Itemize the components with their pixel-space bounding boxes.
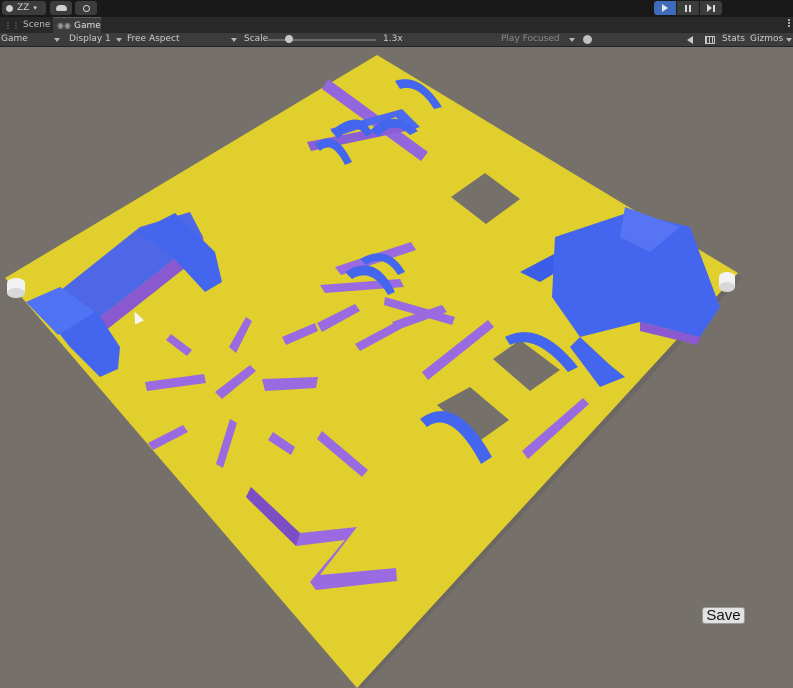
step-button[interactable]	[700, 1, 722, 15]
game-viewport[interactable]: Save	[0, 47, 793, 688]
collab-icon	[82, 4, 90, 12]
game-scene	[5, 55, 742, 688]
bug-icon[interactable]	[583, 35, 592, 44]
tab-game[interactable]: ◉◉ Game	[53, 17, 101, 33]
chevron-down-icon	[786, 38, 792, 42]
scale-slider-thumb[interactable]	[285, 35, 293, 43]
chevron-down-icon	[54, 38, 60, 42]
chevron-down-icon	[231, 38, 237, 42]
more-options-icon[interactable]	[788, 19, 790, 27]
scene-grid-icon: ⋮⋮	[4, 20, 20, 30]
account-button[interactable]: ZZ ▾	[2, 1, 46, 15]
stats-button[interactable]: Stats	[722, 33, 745, 46]
white-peg	[719, 272, 735, 292]
aspect-label: Free Aspect	[127, 34, 180, 44]
gamepad-icon: ◉◉	[57, 21, 71, 30]
chevron-down-icon	[116, 38, 122, 42]
game-view-toolbar: Game Display 1 Free Aspect Scale 1.3x Pl…	[0, 33, 793, 47]
pause-icon	[685, 4, 691, 12]
scale-label: Scale	[244, 34, 269, 44]
yellow-board	[5, 55, 738, 688]
play-mode-dropdown[interactable]: Play Focused	[501, 33, 560, 46]
main-toolbar: ZZ ▾	[0, 0, 793, 17]
pause-button[interactable]	[677, 1, 699, 15]
chevron-down-icon	[569, 38, 575, 42]
play-mode-label: Play Focused	[501, 34, 560, 44]
chevron-down-icon: ▾	[33, 4, 37, 12]
cloud-button[interactable]	[50, 1, 72, 15]
playmode-controls	[654, 1, 722, 15]
collab-button[interactable]	[75, 1, 97, 15]
aspect-dropdown[interactable]: Free Aspect	[127, 33, 180, 46]
white-peg	[7, 278, 25, 298]
account-label: ZZ	[17, 3, 30, 13]
mute-audio-icon[interactable]	[687, 36, 693, 44]
tab-label: Scene	[23, 20, 51, 30]
view-mode-dropdown[interactable]: Game	[1, 33, 28, 46]
step-icon	[707, 4, 715, 12]
gizmos-dropdown[interactable]: Gizmos	[750, 33, 783, 46]
display-dropdown[interactable]: Display 1	[69, 33, 111, 46]
tab-bar: ⋮⋮ Scene ◉◉ Game	[0, 17, 793, 33]
tab-scene[interactable]: ⋮⋮ Scene	[0, 17, 52, 33]
view-mode-label: Game	[1, 34, 28, 44]
display-label: Display 1	[69, 34, 111, 44]
shortcuts-icon[interactable]	[705, 36, 715, 44]
account-icon	[6, 4, 13, 12]
play-icon	[662, 4, 668, 12]
save-button[interactable]: Save	[702, 607, 745, 624]
tab-label: Game	[73, 20, 101, 31]
scale-value: 1.3x	[383, 34, 403, 44]
play-button[interactable]	[654, 1, 676, 15]
cloud-icon	[55, 5, 67, 11]
